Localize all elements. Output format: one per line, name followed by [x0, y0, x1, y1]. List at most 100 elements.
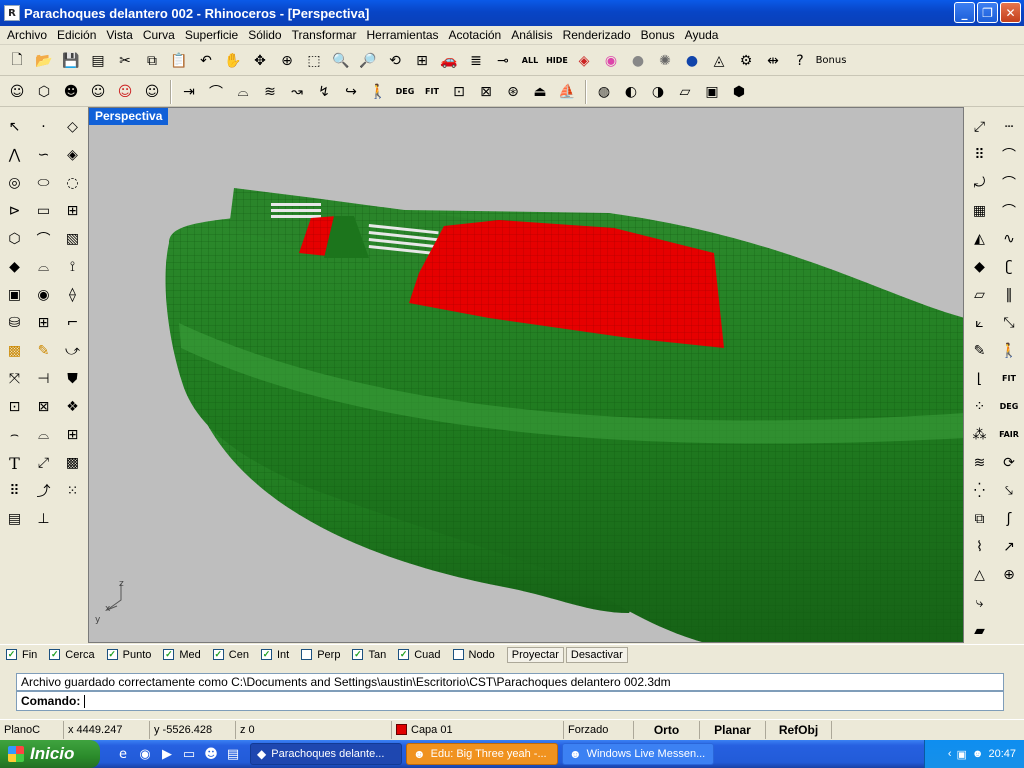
- messenger-icon[interactable]: ☻: [202, 745, 220, 763]
- open-folder-icon[interactable]: 📂: [31, 48, 57, 74]
- spotlight-icon[interactable]: ◬: [706, 48, 732, 74]
- parallel-lines-icon[interactable]: ‖: [996, 282, 1022, 308]
- control-point-icon[interactable]: ⊛: [500, 79, 526, 105]
- viewport-title[interactable]: Perspectiva: [89, 108, 169, 125]
- cage-icon[interactable]: ⊠: [473, 79, 499, 105]
- osnap-checkbox[interactable]: [301, 649, 313, 660]
- surface-edge-curve-icon[interactable]: ⌓: [31, 254, 57, 280]
- rail-revolve-icon[interactable]: ⌐: [60, 310, 86, 336]
- extrude-crv-icon[interactable]: ⛊: [60, 366, 86, 392]
- osnap-mid[interactable]: ✓ Med: [163, 649, 201, 661]
- array-icon[interactable]: ⊠: [31, 394, 57, 420]
- wave-icon[interactable]: ∿: [996, 226, 1022, 252]
- clock[interactable]: 20:47: [988, 748, 1016, 760]
- zoom-selected-icon[interactable]: 🔎: [355, 48, 381, 74]
- grid-surface-icon[interactable]: ⊞: [60, 198, 86, 224]
- command-input-caret[interactable]: [84, 695, 86, 709]
- arc-distance-icon[interactable]: ⌢: [2, 422, 28, 448]
- menu-transformar[interactable]: Transformar: [287, 28, 362, 42]
- ortho-toggle[interactable]: Orto: [634, 720, 700, 739]
- face-icon-5[interactable]: ☺: [139, 79, 165, 105]
- help-icon[interactable]: ?: [787, 48, 813, 74]
- deg-right-button[interactable]: DEG: [996, 394, 1022, 420]
- face-icon-4[interactable]: ☺: [112, 79, 138, 105]
- options-gear-icon[interactable]: ⚙: [733, 48, 759, 74]
- osnap-knot[interactable]: Nodo: [452, 649, 495, 661]
- desktop-icon[interactable]: ▭: [180, 745, 198, 763]
- layer-stack-icon[interactable]: ◈: [571, 48, 597, 74]
- polygon-icon[interactable]: ⬡: [2, 226, 28, 252]
- osnap-checkbox[interactable]: ✓: [106, 649, 118, 660]
- osnap-checkbox[interactable]: ✓: [260, 649, 272, 660]
- deform-icon[interactable]: ⌇: [967, 534, 993, 560]
- osnap-target-icon[interactable]: ⊕: [996, 562, 1022, 588]
- point-grid-icon[interactable]: ⁘: [967, 394, 993, 420]
- cut-icon[interactable]: ✂: [112, 48, 138, 74]
- pan-hand-icon[interactable]: ✋: [220, 48, 246, 74]
- new-file-icon[interactable]: 🗋: [4, 48, 30, 74]
- osnap-checkbox[interactable]: ✓: [49, 649, 61, 660]
- deg-button[interactable]: DEG: [392, 79, 418, 105]
- pencil-icon[interactable]: ✎: [31, 338, 57, 364]
- menu-herramientas[interactable]: Herramientas: [362, 28, 444, 42]
- curve-arc-icon-1[interactable]: ⌒: [996, 142, 1022, 168]
- menu-renderizado[interactable]: Renderizado: [558, 28, 636, 42]
- shaded-sphere-icon[interactable]: ●: [625, 48, 651, 74]
- osnap-checkbox[interactable]: ✓: [352, 649, 364, 660]
- scale-icon[interactable]: ⊡: [2, 394, 28, 420]
- edit-point-icon[interactable]: ◇: [60, 114, 86, 140]
- fair-button[interactable]: FAIR: [996, 422, 1022, 448]
- task-live-messenger[interactable]: ☻ Windows Live Messen...: [562, 743, 714, 765]
- disable-button[interactable]: Desactivar: [565, 646, 628, 663]
- osnap-end[interactable]: ✓ Fin: [6, 649, 37, 661]
- patch-surface-icon[interactable]: ◈: [60, 142, 86, 168]
- select-point-icon[interactable]: ⊸: [490, 48, 516, 74]
- render-blue-sphere-icon[interactable]: ●: [679, 48, 705, 74]
- network-surface-icon[interactable]: ⤻: [60, 338, 86, 364]
- twist-icon[interactable]: ↯: [311, 79, 337, 105]
- blend-surface-icon[interactable]: ⟠: [60, 282, 86, 308]
- osnap-center[interactable]: ✓ Cen: [212, 649, 249, 661]
- bend-icon[interactable]: ↪: [338, 79, 364, 105]
- extrude-icon[interactable]: ⏏: [527, 79, 553, 105]
- curve-join-icon[interactable]: ʃ: [996, 506, 1022, 532]
- layers-icon[interactable]: ≣: [463, 48, 489, 74]
- osnap-quadrant[interactable]: ✓ Cuad: [398, 649, 441, 661]
- close-button[interactable]: ✕: [1000, 2, 1021, 23]
- scale-1d-icon[interactable]: ⤢: [31, 450, 57, 476]
- render-mesh-icon[interactable]: ▩: [60, 450, 86, 476]
- pyramid-icon[interactable]: △: [967, 562, 993, 588]
- walk-icon[interactable]: 🚶: [996, 338, 1022, 364]
- four-viewports-icon[interactable]: ⊞: [409, 48, 435, 74]
- loft-icon[interactable]: ▧: [60, 226, 86, 252]
- menu-superficie[interactable]: Superficie: [180, 28, 243, 42]
- paste-icon[interactable]: 📋: [166, 48, 192, 74]
- menu-analisis[interactable]: Análisis: [506, 28, 557, 42]
- surface-flatten-icon[interactable]: ⌊: [967, 366, 993, 392]
- boolean-difference-icon[interactable]: ◐: [618, 79, 644, 105]
- box-face-icon[interactable]: ⬡: [31, 79, 57, 105]
- osnap-checkbox[interactable]: ✓: [212, 649, 224, 660]
- select-all-button[interactable]: ALL: [517, 48, 543, 74]
- points-grid-icon[interactable]: ⠿: [967, 142, 993, 168]
- color-wheel-icon[interactable]: ◉: [598, 48, 624, 74]
- sweep-edge-icon[interactable]: ⤷: [967, 590, 993, 616]
- revolve-icon[interactable]: ◌: [60, 170, 86, 196]
- scale-arrow-icon[interactable]: ⤢: [967, 114, 993, 140]
- curve-arc-icon-3[interactable]: ⌒: [996, 198, 1022, 224]
- undo-icon[interactable]: ↶: [193, 48, 219, 74]
- menu-vista[interactable]: Vista: [101, 28, 137, 42]
- copy-rotate-icon[interactable]: ⤾: [967, 170, 993, 196]
- blend-curve-icon[interactable]: ʗ: [996, 254, 1022, 280]
- boolean-union-icon[interactable]: ◍: [591, 79, 617, 105]
- boolean-intersection-icon[interactable]: ◑: [645, 79, 671, 105]
- point-circle-icon[interactable]: ⁂: [967, 422, 993, 448]
- osnap-intersection[interactable]: ✓ Int: [260, 649, 289, 661]
- osnap-near[interactable]: ✓ Cerca: [49, 649, 95, 661]
- project-button[interactable]: Proyectar: [506, 646, 564, 663]
- zebra-icon[interactable]: ≋: [967, 450, 993, 476]
- flow-along-icon[interactable]: ↝: [284, 79, 310, 105]
- fit-right-button[interactable]: FIT: [996, 366, 1022, 392]
- align-icon[interactable]: ⟀: [967, 310, 993, 336]
- mesh-box-icon[interactable]: ⊞: [31, 310, 57, 336]
